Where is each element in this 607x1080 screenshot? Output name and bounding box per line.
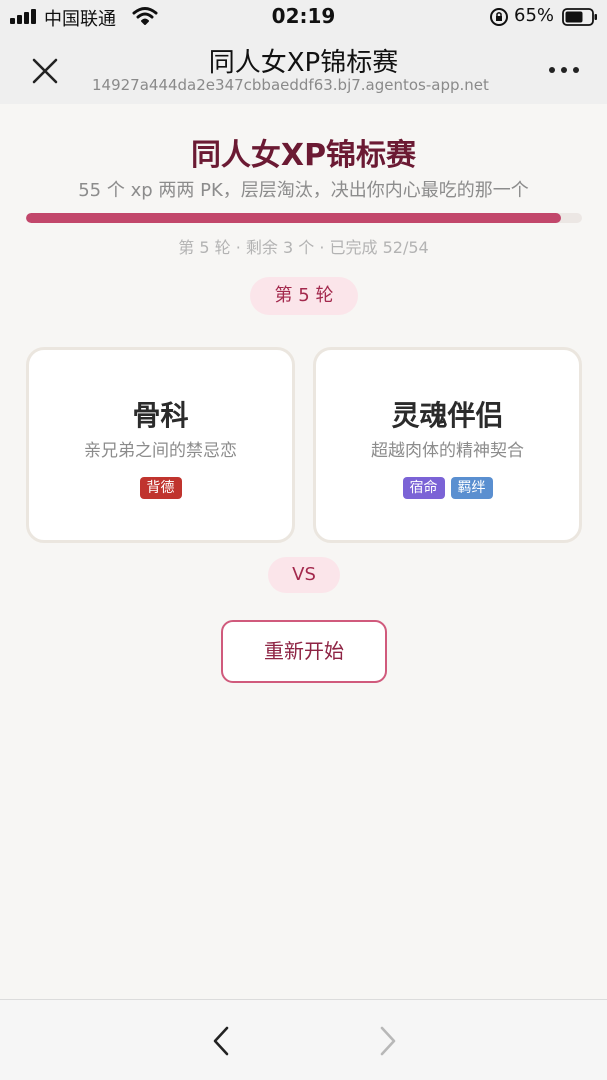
orientation-lock-icon [490, 8, 508, 26]
choice-card-right[interactable]: 灵魂伴侣 超越肉体的精神契合 宿命 羁绊 [313, 347, 582, 543]
card-tags: 宿命 羁绊 [316, 477, 579, 499]
nav-url: 14927a444da2e347cbbaeddf63.bj7.agentos-a… [92, 76, 489, 94]
nav-header: 同人女XP锦标赛 14927a444da2e347cbbaeddf63.bj7.… [0, 34, 607, 104]
progress-bar [26, 213, 582, 223]
battery-percent: 65% [514, 5, 555, 26]
card-description: 亲兄弟之间的禁忌恋 [84, 441, 237, 461]
progress-text: 第 5 轮 · 剩余 3 个 · 已完成 52/54 [178, 238, 429, 257]
page-title: 同人女XP锦标赛 [190, 138, 417, 173]
card-description: 超越肉体的精神契合 [371, 441, 524, 461]
forward-arrow-icon[interactable] [370, 1024, 404, 1058]
status-bar: 中国联通 02:19 65% [0, 0, 607, 34]
vs-badge: VS [268, 557, 340, 593]
card-title: 骨科 [132, 399, 189, 432]
choice-card-left[interactable]: 骨科 亲兄弟之间的禁忌恋 背德 [26, 347, 295, 543]
tag-badge: 宿命 [402, 477, 445, 499]
more-icon[interactable] [547, 64, 581, 78]
page-subtitle: 55 个 xp 两两 PK，层层淘汰，决出你内心最吃的那一个 [78, 180, 529, 201]
card-title: 灵魂伴侣 [391, 399, 504, 432]
restart-button[interactable]: 重新开始 [221, 620, 387, 683]
card-tags: 背德 [29, 477, 292, 499]
battery-icon [562, 8, 597, 26]
tag-badge: 羁绊 [450, 477, 493, 499]
round-badge: 第 5 轮 [250, 277, 358, 315]
bottom-toolbar [0, 999, 607, 1080]
nav-title: 同人女XP锦标赛 [208, 48, 399, 78]
tag-badge: 背德 [139, 477, 182, 499]
back-arrow-icon[interactable] [205, 1024, 239, 1058]
progress-fill [26, 213, 562, 223]
